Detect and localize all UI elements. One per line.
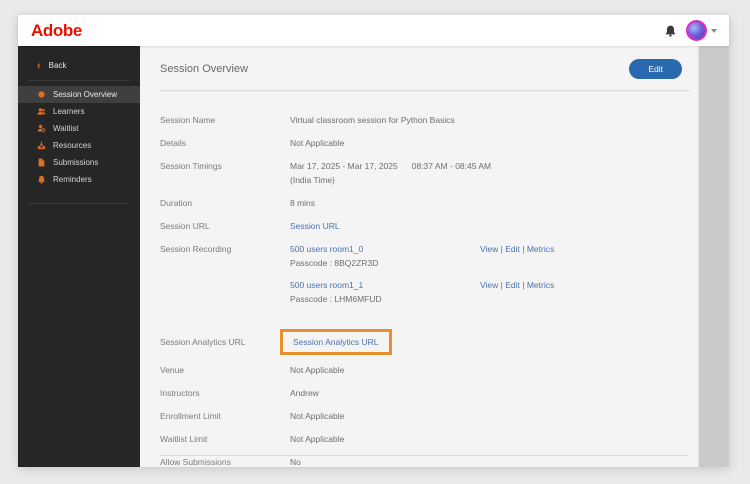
- field-value: Virtual classroom session for Python Bas…: [290, 115, 455, 125]
- recording-action-metrics[interactable]: Metrics: [527, 280, 554, 290]
- recording-passcode: Passcode : 8BQ2ZR3D: [290, 258, 379, 268]
- back-label: Back: [48, 61, 67, 70]
- detail-row: Details Not Applicable: [160, 138, 698, 148]
- app-window: Adobe ‹ Back Session Overview Learners Wai…: [18, 15, 729, 467]
- bottom-divider: [160, 455, 688, 456]
- field-label: Duration: [160, 198, 193, 208]
- time-range: 08:37 AM - 08:45 AM: [411, 161, 492, 171]
- recording-action-edit[interactable]: Edit: [505, 280, 520, 290]
- detail-row: Duration 8 mins: [160, 198, 698, 208]
- session-details: Session Name Virtual classroom session fo…: [140, 91, 698, 467]
- sidebar-item-label: Learners: [53, 107, 85, 116]
- sidebar-item-label: Submissions: [53, 158, 99, 167]
- app-body: ‹ Back Session Overview Learners Waitlist R…: [18, 46, 729, 467]
- field-label: Session Analytics URL: [160, 337, 246, 347]
- recording-action-view[interactable]: View: [480, 244, 498, 254]
- field-value: Session URL: [290, 221, 340, 231]
- field-label: Waitlist Limit: [160, 434, 208, 444]
- field-label: Instructors: [160, 388, 200, 398]
- recording-item: 500 users room1_0 Passcode : 8BQ2ZR3D View…: [290, 244, 554, 268]
- field-value: Not Applicable: [290, 434, 345, 444]
- field-label: Details: [160, 138, 186, 148]
- field-value: 8 mins: [290, 198, 316, 208]
- field-value: Not Applicable: [290, 138, 345, 148]
- date-range: Mar 17, 2025 - Mar 17, 2025: [290, 161, 398, 171]
- sidebar-item-label: Resources: [53, 141, 92, 150]
- timezone: (India Time): [290, 175, 335, 185]
- header-actions: [664, 20, 717, 41]
- session-timings-value: Mar 17, 2025 - Mar 17, 2025 08:37 AM - 08…: [290, 161, 491, 185]
- back-button[interactable]: ‹ Back: [18, 53, 140, 77]
- detail-row: Waitlist Limit Not Applicable: [160, 434, 698, 444]
- detail-row: Session Name Virtual classroom session fo…: [160, 115, 698, 125]
- sidebar-item-submissions[interactable]: Submissions: [18, 154, 140, 171]
- detail-row: Venue Not Applicable: [160, 365, 698, 375]
- detail-row: Session URL Session URL: [160, 221, 698, 231]
- top-header-bar: Adobe: [18, 15, 729, 46]
- field-value: Not Applicable: [290, 365, 345, 375]
- chevron-left-icon: ‹: [37, 59, 41, 72]
- panel-header: Session Overview Edit: [140, 46, 698, 79]
- reminders-icon: [37, 175, 46, 184]
- recording-item: 500 users room1_1 Passcode : LHM6MFUD View…: [290, 280, 554, 304]
- recording-passcode: Passcode : LHM6MFUD: [290, 294, 382, 304]
- field-label: Enrollment Limit: [160, 411, 221, 421]
- field-label: Session Name: [160, 115, 216, 125]
- field-value: No: [290, 457, 301, 467]
- field-value: Andrew: [290, 388, 319, 398]
- field-value: Not Applicable: [290, 411, 345, 421]
- page-title: Session Overview: [160, 63, 249, 75]
- chevron-down-icon: [711, 28, 717, 33]
- edit-button[interactable]: Edit: [629, 59, 682, 79]
- bell-icon[interactable]: [664, 24, 677, 38]
- recording-link[interactable]: 500 users room1_1: [290, 280, 363, 290]
- field-label: Session Recording: [160, 244, 232, 254]
- sidebar-item-resources[interactable]: Resources: [18, 137, 140, 154]
- detail-row: Session Recording 500 users room1_0 Passco…: [160, 244, 698, 316]
- sidebar-item-reminders[interactable]: Reminders: [18, 171, 140, 188]
- recording-action-edit[interactable]: Edit: [505, 244, 520, 254]
- detail-row: Enrollment Limit Not Applicable: [160, 411, 698, 421]
- field-label: Venue: [160, 365, 185, 375]
- sidebar-item-waitlist[interactable]: Waitlist: [18, 120, 140, 137]
- submissions-icon: [37, 158, 46, 167]
- field-label: Session Timings: [160, 161, 222, 171]
- recordings-list: 500 users room1_0 Passcode : 8BQ2ZR3D View…: [290, 244, 554, 316]
- profile-menu[interactable]: [686, 20, 717, 41]
- sidebar-item-label: Reminders: [53, 175, 92, 184]
- session-overview-panel: Session Overview Edit Session Name Virtua…: [140, 46, 698, 467]
- sidebar-item-learners[interactable]: Learners: [18, 103, 140, 120]
- sidebar-item-label: Waitlist: [53, 124, 79, 133]
- session-analytics-url-link[interactable]: Session Analytics URL: [293, 337, 379, 347]
- highlight-annotation-box: Session Analytics URL: [280, 329, 392, 355]
- vertical-scrollbar[interactable]: [698, 46, 729, 467]
- recording-actions: View | Edit | Metrics: [480, 280, 555, 290]
- detail-row: Session Analytics URL Session Analytics U…: [160, 329, 698, 355]
- session-overview-icon: [37, 90, 46, 99]
- recording-action-metrics[interactable]: Metrics: [527, 244, 554, 254]
- sidebar-item-label: Session Overview: [53, 90, 118, 99]
- highlighted-field-value: Session Analytics URL: [280, 329, 392, 355]
- recording-link[interactable]: 500 users room1_0: [290, 244, 363, 254]
- sidebar-divider: [28, 80, 130, 81]
- learners-icon: [37, 107, 46, 116]
- resources-icon: [37, 141, 46, 150]
- session-url-link[interactable]: Session URL: [290, 221, 340, 231]
- field-label: Session URL: [160, 221, 210, 231]
- adobe-logo: Adobe: [31, 20, 82, 40]
- detail-row: Session Timings Mar 17, 2025 - Mar 17, 20…: [160, 161, 698, 185]
- sidebar-item-session-overview[interactable]: Session Overview: [18, 86, 140, 103]
- sidebar-nav: ‹ Back Session Overview Learners Waitlist R…: [18, 46, 140, 467]
- user-avatar: [686, 20, 707, 41]
- field-label: Allow Submissions: [160, 457, 231, 467]
- sidebar-divider: [28, 203, 130, 204]
- detail-row: Allow Submissions No: [160, 457, 698, 467]
- waitlist-icon: [37, 124, 46, 133]
- recording-action-view[interactable]: View: [480, 280, 498, 290]
- recording-actions: View | Edit | Metrics: [480, 244, 555, 254]
- detail-row: Instructors Andrew: [160, 388, 698, 398]
